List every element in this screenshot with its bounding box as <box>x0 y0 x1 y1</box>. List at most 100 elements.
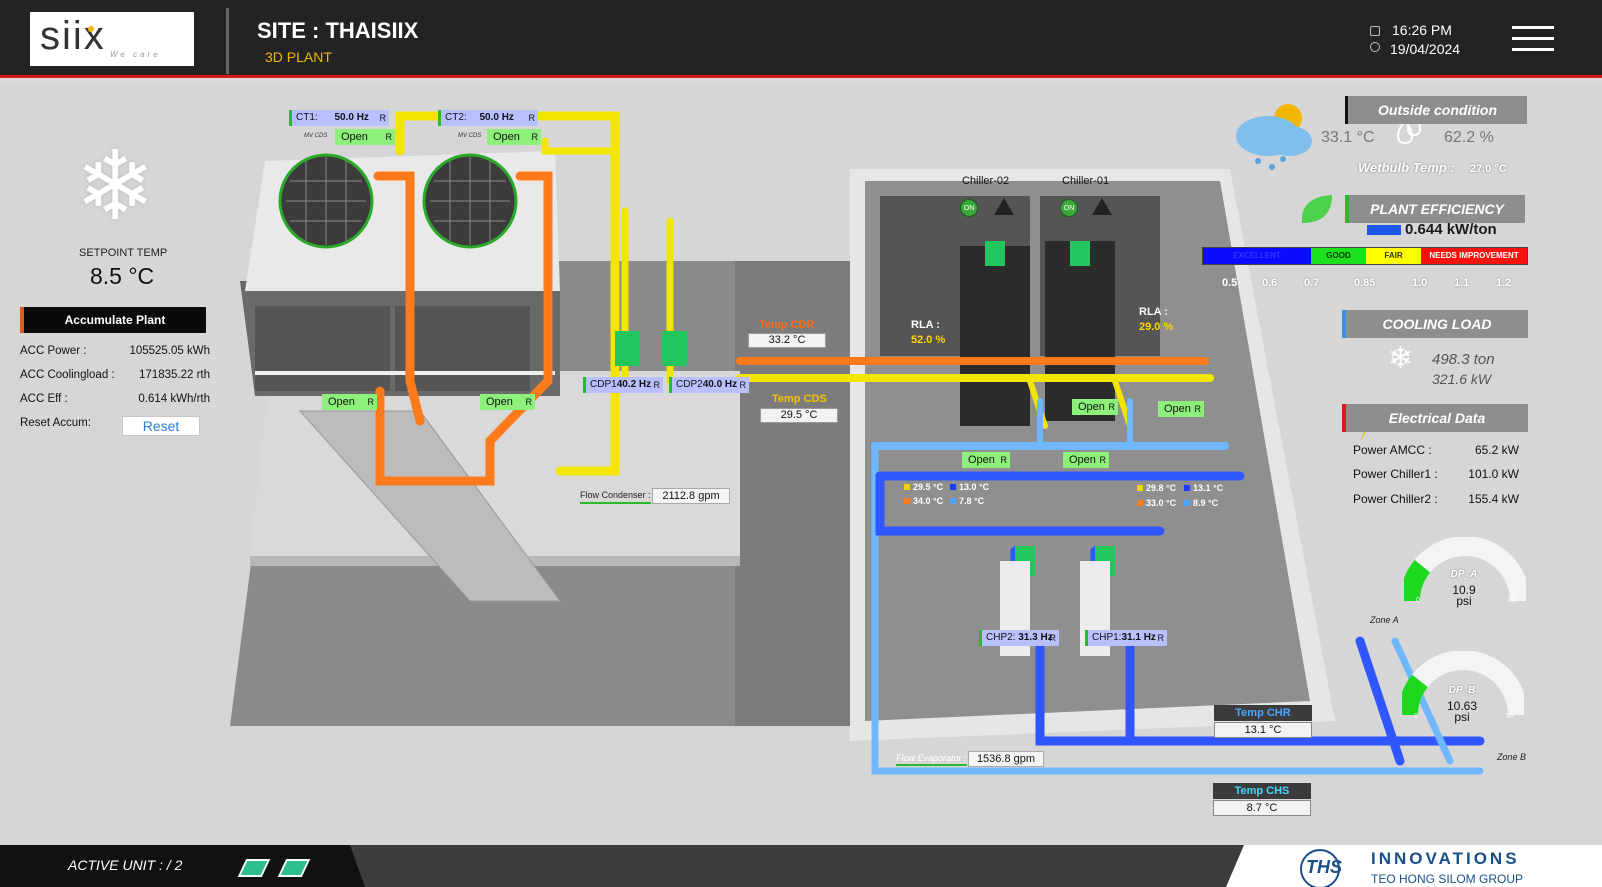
ch1-temp-chr-value: 13.1 °C <box>1193 483 1224 493</box>
page-subtitle: 3D PLANT <box>265 49 332 65</box>
acc-power-label: ACC Power : <box>20 345 87 357</box>
ct2-status[interactable]: CT2: 50.0 Hz R <box>438 110 538 126</box>
current-date: 19/04/2024 <box>1390 41 1461 57</box>
company-logo: siix We care <box>30 12 194 66</box>
brand-group: TEO HONG SILOM GROUP <box>1371 872 1524 886</box>
plant-3d-view: ❄ SETPOINT TEMP 8.5 °C Accumulate Plant … <box>0 81 1602 845</box>
ct1-bottom-open-r: R <box>367 397 375 407</box>
ct2-bottom-open-label: Open <box>486 396 513 408</box>
scale-tick: 1.1 <box>1454 277 1470 289</box>
chp1-status[interactable]: CHP1:31.1 Hz R <box>1085 630 1167 646</box>
ct2-open-r: R <box>531 132 539 142</box>
chiller-01-alarm-icon[interactable] <box>1092 198 1112 215</box>
flow-condenser-value: 2112.8 gpm <box>652 488 730 504</box>
ct1-open-r: R <box>385 132 393 142</box>
chp2-status[interactable]: CHP2: 31.3 Hz R <box>979 630 1059 646</box>
menu-line <box>1512 26 1554 29</box>
temp-chr-title: Temp CHR <box>1214 705 1312 721</box>
ch1-temp-chr: 13.1 °C <box>1184 483 1223 493</box>
valve-open-label: Open <box>1078 401 1105 413</box>
leaf-icon <box>1301 195 1332 223</box>
chiller-02-on-indicator[interactable]: ON <box>960 199 978 217</box>
ch1-temp-cdr: 33.0 °C <box>1137 498 1176 508</box>
site-title: SITE : THAISIIX <box>257 18 419 43</box>
acc-coolingload-label: ACC Coolingload : <box>20 369 115 381</box>
cooling-snowflake-icon: ❄ <box>1388 342 1414 375</box>
scada-app: siix We care SITE : THAISIIX 3D PLANT 16… <box>0 0 1602 887</box>
ct1-bottom-open-label: Open <box>328 396 355 408</box>
snowflake-icon: ❄ <box>75 133 156 240</box>
acc-eff-value: 0.614 kWh/rth <box>138 393 210 405</box>
outside-temp: 33.1 °C <box>1321 129 1375 146</box>
chp1-remote: R <box>1157 633 1165 643</box>
setpoint-value: 8.5 °C <box>90 263 155 289</box>
gauge-dp-b-min: 0 <box>1414 713 1418 720</box>
railing <box>255 371 555 375</box>
plant-efficiency-value: 0.644 kW/ton <box>1405 221 1497 238</box>
chiller-01-cond-valve-open[interactable]: Open R <box>1158 401 1204 417</box>
chiller-02-cond-valve-open[interactable]: Open R <box>1072 399 1118 415</box>
ch2-temp-cdr: 34.0 °C <box>904 496 943 506</box>
reset-button[interactable]: Reset <box>122 416 200 436</box>
chiller-02-evap-valve-open[interactable]: Open R <box>962 452 1010 468</box>
chiller-01-rla-label: RLA : <box>1139 306 1168 318</box>
ct2-bottom-valve-open[interactable]: Open R <box>480 394 535 410</box>
ct2-open-label: Open <box>493 131 520 143</box>
flow-evaporator-value: 1536.8 gpm <box>968 751 1044 767</box>
valve-r: R <box>1000 455 1008 465</box>
acc-coolingload-value: 171835.22 rth <box>139 369 210 381</box>
temp-chs-value: 8.7 °C <box>1213 800 1311 816</box>
logo-text: siix <box>40 14 106 58</box>
power-chiller2-label: Power Chiller2 : <box>1353 492 1438 506</box>
zone-b-label: Zone B <box>1497 752 1527 762</box>
ch1-temp-cds-value: 29.8 °C <box>1146 483 1177 493</box>
cdp2-status[interactable]: CDP240.0 Hz R <box>669 377 749 393</box>
temp-cds-title: Temp CDS <box>772 393 827 405</box>
electrical-data-header: Electrical Data <box>1342 404 1528 432</box>
weather-cloud <box>1236 104 1312 170</box>
scale-fair: FAIR <box>1366 248 1421 264</box>
valve-open-label: Open <box>1069 454 1096 466</box>
temp-cdr-title: Temp CDR <box>759 319 815 331</box>
ch1-temp-chs-value: 8.9 °C <box>1193 498 1219 508</box>
ct1-label: CT1: <box>296 112 318 123</box>
power-chiller1-label: Power Chiller1 : <box>1353 467 1438 481</box>
ct1-status[interactable]: CT1: 50.0 Hz R <box>289 110 389 126</box>
ct-louver-1 <box>255 306 390 391</box>
active-unit-label: ACTIVE UNIT : / 2 <box>68 857 183 873</box>
ct2-valve-open[interactable]: Open R <box>487 129 541 145</box>
ch2-temp-chs: 7.8 °C <box>950 496 984 506</box>
unit-2-tile[interactable] <box>277 859 311 877</box>
temp-cds-value: 29.5 °C <box>760 408 838 423</box>
ch2-temp-chr-value: 13.0 °C <box>959 482 990 492</box>
cdp1-remote: R <box>653 380 661 390</box>
ct1-valve-open[interactable]: Open R <box>335 129 395 145</box>
chiller-01-on-indicator[interactable]: ON <box>1060 199 1078 217</box>
chiller-02-alarm-icon[interactable] <box>994 198 1014 215</box>
ct-louver-2 <box>395 306 530 391</box>
header-bar: siix We care SITE : THAISIIX 3D PLANT 16… <box>0 0 1602 78</box>
ct1-bottom-valve-open[interactable]: Open R <box>322 394 377 410</box>
ch2-temp-chr: 13.0 °C <box>950 482 989 492</box>
ch2-temp-chs-value: 7.8 °C <box>959 496 985 506</box>
chiller-01-evap-valve-open[interactable]: Open R <box>1063 452 1109 468</box>
cdp1-status[interactable]: CDP140.2 Hz R <box>583 377 663 393</box>
calendar-icon <box>1370 26 1380 36</box>
logo-dot-yellow <box>88 26 94 32</box>
scale-excellent: EXCELLENT <box>1203 248 1311 264</box>
efficiency-indicator <box>1367 225 1401 235</box>
unit-1-tile[interactable] <box>237 859 271 877</box>
gauge-dp-a-name: DP_A <box>1450 569 1478 580</box>
ths-logo: THS <box>1306 857 1342 877</box>
outside-humidity: 62.2 % <box>1444 129 1494 146</box>
ct1-remote: R <box>379 113 387 123</box>
chiller-02-name: Chiller-02 <box>962 175 1010 187</box>
temp-chs-title: Temp CHS <box>1213 783 1311 799</box>
valve-r: R <box>1194 404 1202 414</box>
hamburger-menu-button[interactable] <box>1512 26 1554 52</box>
scale-good: GOOD <box>1311 248 1366 264</box>
ch1-temp-cdr-value: 33.0 °C <box>1146 498 1177 508</box>
chp2-hz: 31.3 Hz <box>1018 632 1053 643</box>
ch1-temp-chs: 8.9 °C <box>1184 498 1218 508</box>
chiller-02-rla-label: RLA : <box>911 319 940 331</box>
